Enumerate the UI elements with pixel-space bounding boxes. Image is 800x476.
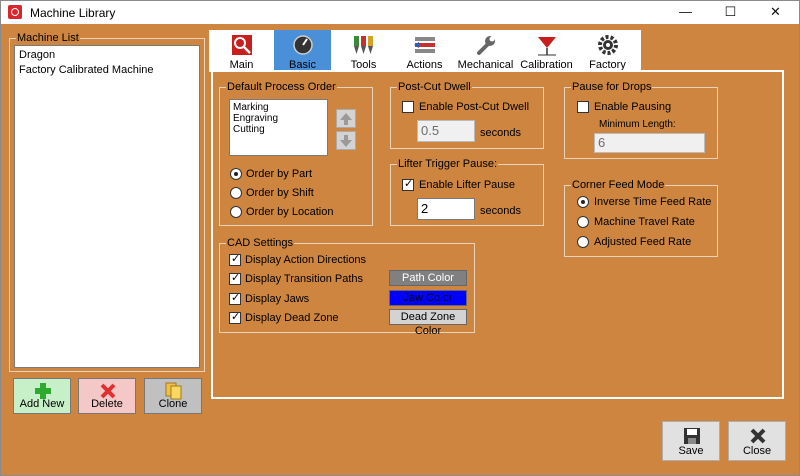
post-cut-dwell-input[interactable]: 0.5	[417, 120, 475, 142]
machine-list-label: Machine List	[16, 32, 80, 44]
arrow-down-icon	[340, 135, 352, 147]
delete-label: Delete	[91, 398, 123, 410]
floppy-disk-icon	[684, 428, 700, 444]
machine-travel-rate-radio[interactable]	[577, 216, 589, 228]
tab-basic[interactable]: Basic	[274, 30, 331, 72]
post-cut-dwell-label: Post-Cut Dwell	[397, 81, 472, 93]
add-new-button[interactable]: Add New	[13, 378, 71, 414]
enable-lifter-pause-checkbox[interactable]	[402, 178, 414, 191]
arrow-up-icon	[340, 113, 352, 125]
inverse-time-feed-rate-radio[interactable]	[577, 196, 589, 208]
lifter-pause-unit: seconds	[480, 205, 521, 217]
process-order-listbox[interactable]: Marking Engraving Cutting	[229, 99, 328, 156]
window-title: Machine Library	[30, 6, 116, 20]
jaw-color-button[interactable]: Jaw Color	[389, 290, 467, 306]
order-by-part-label: Order by Part	[246, 168, 313, 180]
clone-label: Clone	[158, 398, 188, 410]
tab-calibration[interactable]: Calibration	[518, 30, 575, 72]
adjusted-feed-rate-radio[interactable]	[577, 236, 589, 248]
display-action-directions-checkbox[interactable]	[229, 253, 241, 266]
list-item[interactable]: Dragon	[15, 48, 199, 63]
order-by-location-radio[interactable]	[230, 206, 242, 218]
tools-icon	[354, 36, 373, 54]
app-icon	[8, 5, 22, 19]
display-dead-zone-checkbox[interactable]	[229, 311, 241, 324]
corner-feed-mode-label: Corner Feed Mode	[571, 179, 666, 191]
minimum-length-input[interactable]: 6	[594, 133, 705, 153]
tab-factory[interactable]: Factory	[579, 30, 636, 72]
list-item[interactable]: Marking	[230, 102, 327, 113]
tab-strip: Main Basic Tools Actions Mechanical Cali…	[209, 30, 641, 72]
order-by-shift-radio[interactable]	[230, 187, 242, 199]
dial-icon	[293, 35, 313, 55]
machine-library-window: Machine Library — ☐ ✕ Machine List Drago…	[0, 0, 800, 476]
pause-for-drops-label: Pause for Drops	[571, 81, 653, 93]
cad-settings-label: CAD Settings	[226, 237, 295, 249]
display-action-directions-label: Display Action Directions	[245, 254, 367, 266]
save-label: Save	[678, 445, 704, 457]
enable-post-cut-dwell-label: Enable Post-Cut Dwell	[419, 101, 530, 113]
path-color-button[interactable]: Path Color	[389, 270, 467, 286]
lifter-trigger-pause-label: Lifter Trigger Pause:	[397, 158, 499, 170]
wrench-icon	[477, 36, 495, 55]
post-cut-dwell-unit: seconds	[480, 127, 521, 139]
tab-actions[interactable]: Actions	[396, 30, 453, 72]
display-transition-paths-checkbox[interactable]	[229, 272, 241, 285]
order-by-location-label: Order by Location	[246, 206, 334, 218]
list-item[interactable]: Factory Calibrated Machine	[15, 63, 199, 78]
enable-lifter-pause-label: Enable Lifter Pause	[419, 179, 516, 191]
clone-button[interactable]: Clone	[144, 378, 202, 414]
maximize-button[interactable]: ☐	[708, 1, 753, 24]
enable-post-cut-dwell-checkbox[interactable]	[402, 101, 414, 113]
machine-travel-rate-label: Machine Travel Rate	[594, 216, 695, 228]
inverse-time-feed-rate-label: Inverse Time Feed Rate	[594, 196, 712, 208]
close-x-icon	[750, 428, 766, 444]
machine-listbox[interactable]: Dragon Factory Calibrated Machine	[14, 45, 200, 368]
add-new-label: Add New	[19, 398, 65, 410]
calibration-icon	[538, 37, 556, 56]
order-by-shift-label: Order by Shift	[246, 187, 314, 199]
display-jaws-label: Display Jaws	[245, 293, 310, 305]
list-item[interactable]: Engraving	[230, 113, 327, 124]
display-jaws-checkbox[interactable]	[229, 292, 241, 305]
gear-icon	[598, 35, 618, 55]
order-by-part-radio[interactable]	[230, 168, 242, 180]
minimize-button[interactable]: —	[663, 1, 708, 24]
enable-pausing-checkbox[interactable]	[577, 101, 589, 113]
actions-icon	[414, 37, 435, 53]
default-process-order-label: Default Process Order	[226, 81, 337, 93]
title-bar: Machine Library — ☐ ✕	[1, 1, 799, 24]
list-item[interactable]: Cutting	[230, 124, 327, 135]
tab-main[interactable]: Main	[213, 30, 270, 72]
adjusted-feed-rate-label: Adjusted Feed Rate	[594, 236, 692, 248]
display-transition-paths-label: Display Transition Paths	[245, 273, 363, 285]
move-down-button[interactable]	[336, 131, 356, 150]
minimum-length-label: Minimum Length:	[599, 119, 676, 130]
enable-pausing-label: Enable Pausing	[594, 101, 672, 113]
lifter-pause-input[interactable]: 2	[417, 198, 475, 220]
dead-zone-color-button[interactable]: Dead Zone Color	[389, 309, 467, 337]
tab-mechanical[interactable]: Mechanical	[457, 30, 514, 72]
move-up-button[interactable]	[336, 109, 356, 128]
magnify-gear-icon	[232, 35, 252, 55]
close-window-button[interactable]: ✕	[753, 1, 798, 24]
tab-tools[interactable]: Tools	[335, 30, 392, 72]
save-button[interactable]: Save	[662, 421, 720, 461]
display-dead-zone-label: Display Dead Zone	[245, 312, 339, 324]
close-label: Close	[742, 445, 772, 457]
close-button[interactable]: Close	[728, 421, 786, 461]
delete-button[interactable]: Delete	[78, 378, 136, 414]
